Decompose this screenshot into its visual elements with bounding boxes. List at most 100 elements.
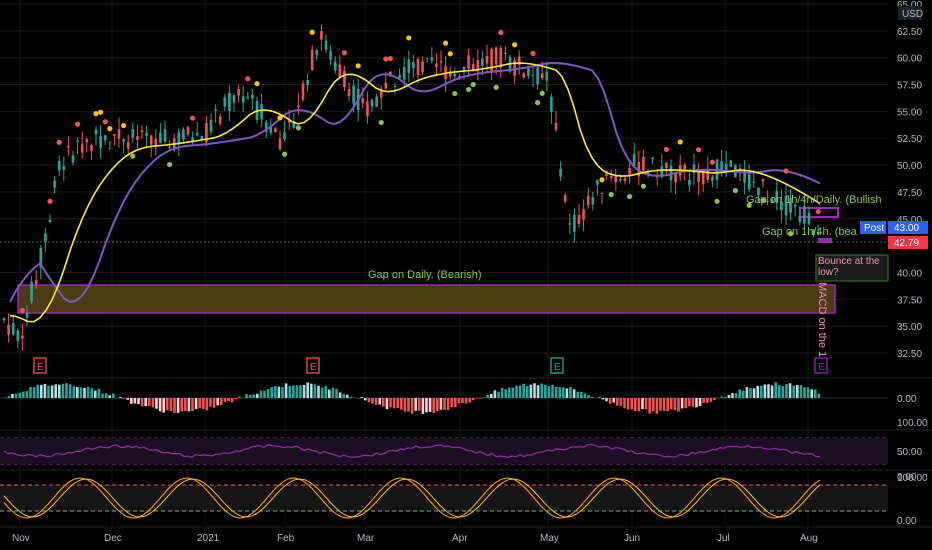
macd-bar xyxy=(540,383,543,398)
macd-bar xyxy=(61,383,65,398)
candle-body xyxy=(568,223,572,225)
macd-bar xyxy=(752,388,756,398)
candle-body xyxy=(71,155,75,163)
stoch-band xyxy=(0,485,888,511)
candle-body xyxy=(209,120,213,132)
macd-bar xyxy=(612,398,615,403)
macd-bar xyxy=(173,398,176,413)
candle-body xyxy=(651,157,654,159)
signal-dot xyxy=(608,191,614,198)
candle-body xyxy=(752,181,756,183)
candle-body xyxy=(720,161,723,170)
macd-bar xyxy=(331,387,335,398)
candle-body xyxy=(228,92,231,111)
candle-body xyxy=(596,180,599,185)
macd-bar xyxy=(536,385,540,398)
candle-body xyxy=(623,178,627,181)
gap-daily-box[interactable] xyxy=(17,284,836,314)
candle-body xyxy=(467,55,470,69)
macd-bar xyxy=(439,398,443,410)
candle-body xyxy=(117,129,121,139)
macd-bar xyxy=(259,390,263,398)
candle-body xyxy=(416,59,420,75)
macd-bar xyxy=(184,398,187,411)
candle-body xyxy=(126,142,130,149)
macd-bar xyxy=(54,384,57,398)
candle-body xyxy=(80,144,84,153)
macd-bar xyxy=(544,384,547,398)
macd-bar xyxy=(40,384,43,398)
macd-bar xyxy=(637,398,641,412)
macd-bar xyxy=(443,398,446,410)
macd-bar xyxy=(432,398,435,413)
candle-body xyxy=(577,215,581,225)
macd-bar xyxy=(619,398,623,406)
candle-body xyxy=(76,140,79,142)
macd-bar xyxy=(288,385,291,398)
macd-bar xyxy=(68,384,72,398)
time-tick-label: Nov xyxy=(12,533,30,544)
time-tick-label: Jun xyxy=(624,533,640,544)
candle-body xyxy=(122,139,125,142)
macd-bar xyxy=(108,395,111,398)
macd-bar xyxy=(277,386,281,398)
macd-bar xyxy=(666,398,669,412)
macd-bar xyxy=(248,394,252,398)
macd-bar xyxy=(515,385,518,398)
signal-dot xyxy=(102,119,108,125)
macd-bar xyxy=(724,397,727,398)
candle-body xyxy=(195,133,199,136)
macd-bar xyxy=(155,398,158,409)
macd-bar xyxy=(133,398,137,404)
earnings-marker-label: E xyxy=(818,362,825,373)
candle-body xyxy=(25,312,29,318)
macd-bar xyxy=(450,398,453,408)
candle-body xyxy=(159,132,162,143)
macd-bar xyxy=(50,385,54,398)
price-tick-label: 35.00 xyxy=(897,322,922,333)
candle-body xyxy=(481,58,484,66)
candle-body xyxy=(531,74,535,76)
macd-bar xyxy=(745,387,749,398)
macd-bar xyxy=(256,393,259,398)
candle-body xyxy=(554,122,558,130)
price-tick-label: 57.50 xyxy=(897,81,922,92)
macd-bar xyxy=(79,387,83,398)
candle-body xyxy=(44,233,47,242)
macd-bar xyxy=(148,398,151,406)
macd-bar xyxy=(583,393,587,398)
macd-bar xyxy=(284,383,288,398)
macd-bar xyxy=(706,398,709,403)
candle-body xyxy=(550,96,553,112)
candle-body xyxy=(333,61,337,71)
candle-body xyxy=(168,146,171,148)
earnings-marker-label: E xyxy=(310,362,317,373)
signal-dot xyxy=(511,42,518,48)
macd-bar xyxy=(418,398,421,411)
macd-bar xyxy=(792,385,795,398)
macd-bar xyxy=(464,398,468,404)
candle-body xyxy=(665,162,668,169)
macd-bar xyxy=(702,398,705,403)
macd-bar xyxy=(270,387,273,398)
candle-body xyxy=(600,192,604,195)
macd-bar xyxy=(626,398,630,410)
gap-1h4h-label: Gap on 1h/4h. (bea xyxy=(762,226,858,238)
candle-body xyxy=(99,135,102,149)
signal-dot xyxy=(783,168,789,174)
signal-dot xyxy=(93,111,99,117)
candle-body xyxy=(11,322,15,335)
stock-chart[interactable]: Gap on Daily. (Bearish) Gap on 1h/4h/Dai… xyxy=(0,0,932,550)
candle-body xyxy=(53,180,56,188)
candle-body xyxy=(145,132,148,136)
candle-body xyxy=(494,47,498,65)
price-tick-label: 40.00 xyxy=(897,268,922,279)
macd-bar xyxy=(400,398,403,410)
signal-dot xyxy=(452,90,458,97)
candle-body xyxy=(149,135,153,145)
macd-bar xyxy=(7,395,11,398)
candle-body xyxy=(85,139,89,143)
rsi-tick-label: 50.00 xyxy=(897,447,922,458)
macd-bar xyxy=(90,388,93,398)
macd-bar xyxy=(306,382,309,398)
